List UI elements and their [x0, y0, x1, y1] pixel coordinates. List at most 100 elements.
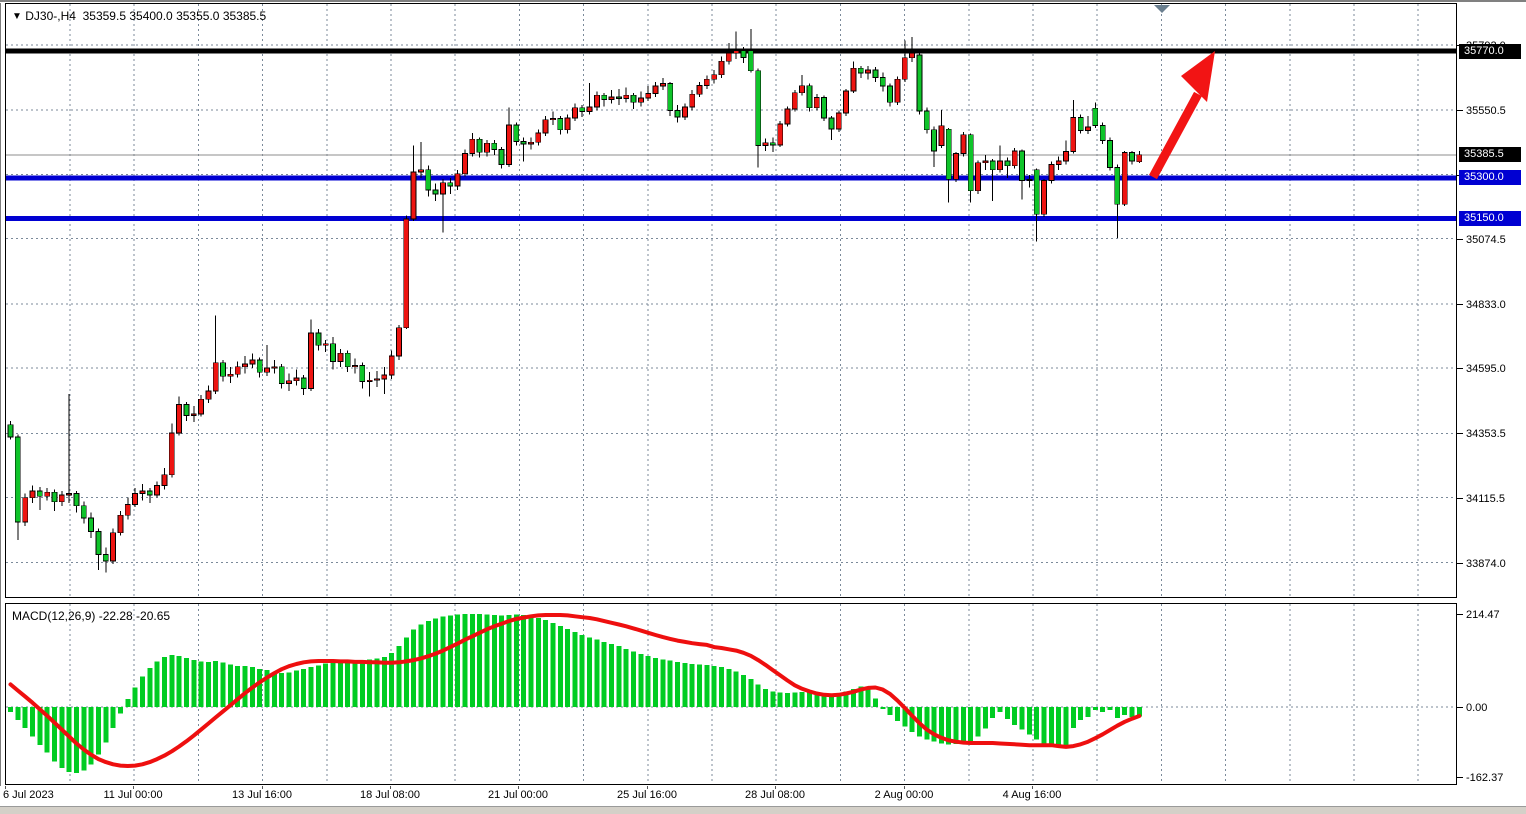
candle-up[interactable]: [418, 170, 423, 172]
candle-up[interactable]: [506, 125, 511, 164]
candle-down[interactable]: [521, 141, 526, 144]
candle-down[interactable]: [1078, 117, 1083, 130]
candle-down[interactable]: [426, 170, 431, 190]
candle-up[interactable]: [243, 364, 248, 367]
candle-up[interactable]: [961, 135, 966, 154]
candle-up[interactable]: [1042, 181, 1047, 215]
candle-up[interactable]: [594, 95, 599, 107]
macd-axis[interactable]: 214.470.00-162.37: [1457, 603, 1526, 785]
candle-down[interactable]: [917, 55, 922, 111]
candle-up[interactable]: [338, 353, 343, 361]
candle-down[interactable]: [221, 363, 226, 376]
candle-down[interactable]: [345, 353, 350, 366]
candle-up[interactable]: [624, 95, 629, 98]
candle-down[interactable]: [741, 50, 746, 57]
candle-up[interactable]: [851, 68, 856, 91]
candle-up[interactable]: [228, 374, 233, 376]
candle-up[interactable]: [45, 492, 50, 496]
candle-up[interactable]: [375, 379, 380, 380]
candle-down[interactable]: [1034, 170, 1039, 215]
candle-down[interactable]: [631, 95, 636, 102]
candle-up[interactable]: [653, 86, 658, 94]
candle-down[interactable]: [748, 50, 753, 70]
candle-up[interactable]: [287, 381, 292, 384]
candle-up[interactable]: [162, 475, 167, 486]
candle-up[interactable]: [609, 97, 614, 100]
candle-up[interactable]: [199, 399, 204, 414]
candle-up[interactable]: [265, 368, 270, 372]
candle-up[interactable]: [704, 79, 709, 85]
candle-down[interactable]: [37, 491, 42, 496]
candle-up[interactable]: [382, 375, 387, 379]
candle-up[interactable]: [396, 328, 401, 356]
macd-chart-canvas[interactable]: [6, 604, 1456, 784]
candle-up[interactable]: [844, 91, 849, 113]
candle-down[interactable]: [1108, 141, 1113, 168]
candle-up[interactable]: [440, 183, 445, 194]
candle-down[interactable]: [858, 68, 863, 73]
candle-up[interactable]: [778, 124, 783, 145]
candle-up[interactable]: [1012, 151, 1017, 166]
candle-down[interactable]: [558, 118, 563, 129]
candle-up[interactable]: [455, 174, 460, 186]
candle-up[interactable]: [660, 83, 665, 86]
candle-up[interactable]: [169, 433, 174, 475]
candle-down[interactable]: [616, 97, 621, 99]
candle-up[interactable]: [697, 86, 702, 95]
candle-up[interactable]: [646, 94, 651, 98]
candle-down[interactable]: [822, 97, 827, 118]
candle-down[interactable]: [477, 139, 482, 152]
candle-up[interactable]: [954, 154, 959, 180]
candle-up[interactable]: [118, 515, 123, 533]
candle-down[interactable]: [89, 518, 94, 531]
candle-up[interactable]: [191, 414, 196, 415]
candle-down[interactable]: [1115, 168, 1120, 205]
trend-arrow[interactable]: [1153, 51, 1215, 177]
candle-up[interactable]: [682, 107, 687, 117]
candle-up[interactable]: [462, 154, 467, 174]
candle-up[interactable]: [785, 109, 790, 124]
candle-up[interactable]: [470, 139, 475, 153]
candle-up[interactable]: [565, 118, 570, 130]
price-chart-panel[interactable]: ▼ DJ30-,H4 35359.5 35400.0 35355.0 35385…: [5, 3, 1457, 598]
candle-down[interactable]: [74, 494, 79, 506]
candle-down[interactable]: [514, 125, 519, 141]
candle-down[interactable]: [433, 190, 438, 194]
candle-down[interactable]: [946, 129, 951, 179]
candle-down[interactable]: [448, 183, 453, 186]
candle-up[interactable]: [111, 533, 116, 561]
candle-down[interactable]: [880, 77, 885, 86]
candle-down[interactable]: [147, 491, 152, 495]
candle-up[interactable]: [910, 53, 915, 58]
candle-down[interactable]: [968, 135, 973, 191]
candle-up[interactable]: [902, 58, 907, 80]
candle-down[interactable]: [1100, 125, 1105, 140]
candle-up[interactable]: [404, 219, 409, 328]
candle-up[interactable]: [800, 86, 805, 93]
candle-down[interactable]: [829, 118, 834, 129]
candle-down[interactable]: [1005, 161, 1010, 166]
candle-down[interactable]: [96, 531, 101, 554]
candle-down[interactable]: [990, 161, 995, 170]
candle-up[interactable]: [294, 378, 299, 381]
time-axis[interactable]: 6 Jul 202311 Jul 00:0013 Jul 16:0018 Jul…: [0, 786, 1526, 805]
candle-down[interactable]: [602, 95, 607, 99]
candle-up[interactable]: [734, 50, 739, 53]
candle-down[interactable]: [279, 367, 284, 384]
macd-indicator-panel[interactable]: MACD(12,26,9) -22.28 -20.65: [5, 603, 1457, 785]
candle-down[interactable]: [932, 130, 937, 151]
candle-down[interactable]: [1020, 151, 1025, 181]
candle-up[interactable]: [528, 142, 533, 144]
candle-up[interactable]: [1049, 164, 1054, 180]
candle-up[interactable]: [1064, 151, 1069, 161]
candle-up[interactable]: [939, 126, 944, 146]
candle-up[interactable]: [59, 495, 64, 502]
candle-up[interactable]: [140, 491, 145, 494]
candle-up[interactable]: [125, 504, 130, 515]
candle-down[interactable]: [81, 506, 86, 518]
candle-up[interactable]: [235, 367, 240, 375]
candle-down[interactable]: [52, 492, 57, 501]
candle-up[interactable]: [712, 75, 717, 80]
candle-down[interactable]: [873, 70, 878, 78]
candle-up[interactable]: [411, 172, 416, 219]
